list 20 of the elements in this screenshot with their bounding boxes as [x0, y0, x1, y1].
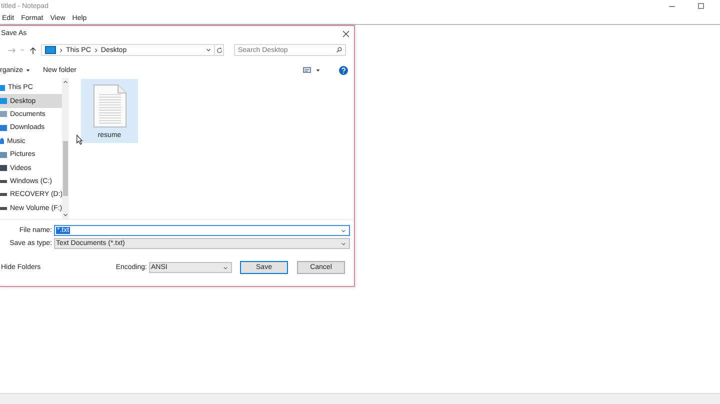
chevron-icon — [59, 48, 63, 52]
close-icon[interactable] — [343, 30, 349, 36]
scrollbar[interactable] — [62, 78, 69, 219]
monitor-icon — [45, 46, 56, 54]
caret-icon[interactable] — [341, 228, 346, 232]
help-icon[interactable] — [339, 66, 348, 74]
chevron-icon — [94, 48, 98, 52]
restore-icon[interactable] — [698, 3, 704, 9]
mouse-cursor-icon — [76, 134, 83, 145]
caret-icon[interactable] — [206, 48, 211, 52]
text-file-icon — [92, 84, 126, 128]
scroll-up-icon[interactable] — [63, 80, 68, 84]
up-arrow-icon[interactable] — [29, 46, 37, 54]
view-options-icon[interactable] — [303, 67, 311, 73]
refresh-icon — [216, 46, 222, 54]
refresh-button[interactable] — [214, 44, 224, 56]
scroll-down-icon[interactable] — [63, 213, 68, 217]
caret-icon[interactable] — [316, 68, 320, 72]
search-icon — [336, 47, 342, 53]
caret-icon — [26, 68, 30, 72]
